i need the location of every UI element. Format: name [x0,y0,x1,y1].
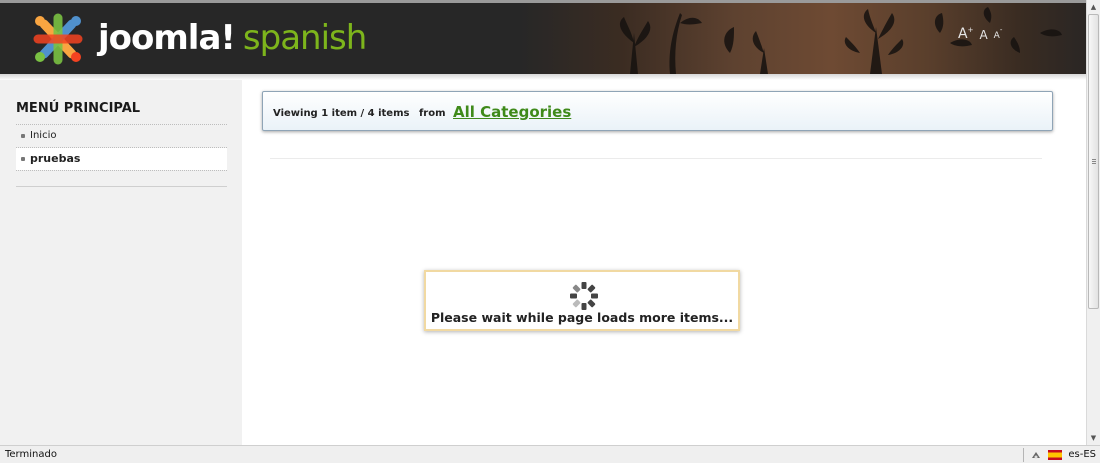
locale-indicator[interactable]: es-ES [1068,449,1096,460]
viewing-info-box: Viewing 1 item / 4 items from All Catego… [262,91,1053,131]
font-reset-button[interactable]: A [979,29,987,41]
sidebar-item-label: Inicio [30,130,57,141]
status-bar: Terminado es-ES [0,445,1100,463]
viewing-from: from [418,108,446,119]
brand-main-text: joomla! [98,18,236,58]
loading-message: Please wait while page loads more items.… [430,310,734,325]
all-categories-link[interactable]: All Categories [453,103,571,121]
font-increase-button[interactable]: A+ [958,27,973,42]
scroll-up-icon[interactable]: ▲ [1087,0,1100,14]
font-decrease-button[interactable]: A- [994,27,1003,41]
grip-icon [1092,159,1096,164]
status-bar-tray: es-ES [1023,446,1096,463]
sidebar-item-pruebas[interactable]: pruebas [16,148,227,170]
site-header: joomla! spanish A+ A A- [0,3,1086,74]
scrollbar-thumb[interactable] [1088,14,1099,309]
sidebar-divider [16,170,227,171]
scroll-down-icon[interactable]: ▼ [1087,431,1100,445]
loading-dialog: Please wait while page loads more items.… [424,270,740,331]
bullet-icon [21,134,25,138]
vertical-scrollbar[interactable]: ▲ ▼ [1086,0,1100,445]
sidebar-end-rule [16,186,227,187]
addon-icon[interactable] [1030,449,1042,461]
brand-sub-text: spanish [242,18,367,58]
site-brand[interactable]: joomla! spanish [98,16,367,60]
status-text: Terminado [5,449,57,460]
sidebar-item-inicio[interactable]: Inicio [16,125,227,147]
viewing-count: Viewing 1 item / 4 items [273,108,410,119]
sidebar-item-label: pruebas [30,152,81,165]
font-size-controls: A+ A A- [958,21,1003,42]
joomla-logo-icon[interactable] [30,12,86,66]
bullet-icon [21,157,25,161]
browser-viewport: joomla! spanish A+ A A- MENÚ PRINCIPAL In… [0,0,1086,445]
sidebar: MENÚ PRINCIPAL Inicio pruebas [0,80,242,445]
content-divider [270,158,1042,159]
status-separator [1023,447,1025,462]
spinner-icon [570,282,598,310]
sidebar-title: MENÚ PRINCIPAL [16,101,141,116]
viewing-info-text: Viewing 1 item / 4 items from All Catego… [273,92,571,132]
spain-flag-icon[interactable] [1048,449,1063,460]
